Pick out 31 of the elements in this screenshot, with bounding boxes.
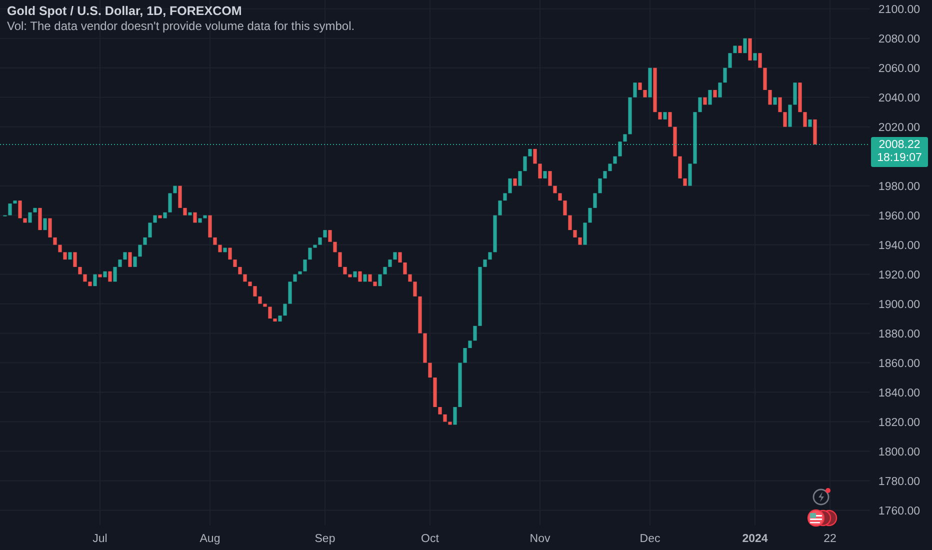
axis-label: 1800.00 bbox=[878, 446, 920, 458]
axis-label: 1860.00 bbox=[878, 358, 920, 370]
axis-label: Nov bbox=[530, 533, 550, 545]
symbol-title: Gold Spot / U.S. Dollar, 1D, FOREXCOM bbox=[7, 4, 243, 18]
axis-label: 1780.00 bbox=[878, 476, 920, 488]
price-label: 2008.22 bbox=[878, 139, 920, 152]
axis-label: 1980.00 bbox=[878, 180, 920, 193]
axis-label: 2040.00 bbox=[878, 92, 920, 104]
axis-label: 1900.00 bbox=[878, 298, 920, 311]
axis-label: 1960.00 bbox=[878, 210, 920, 222]
axis-label: 22 bbox=[824, 533, 836, 545]
volume-note: Vol: The data vendor doesn't provide volume data for this symbol. bbox=[7, 19, 355, 33]
axis-label: Sep bbox=[314, 533, 336, 545]
axis-label: 1760.00 bbox=[878, 505, 920, 518]
axis-label: Aug bbox=[200, 533, 220, 545]
axis-label: 2060.00 bbox=[878, 62, 920, 75]
axis-label: Dec bbox=[640, 533, 660, 545]
lightning-icon[interactable] bbox=[812, 487, 832, 506]
axis-label: 1880.00 bbox=[878, 328, 920, 340]
flag-icon[interactable] bbox=[806, 509, 838, 527]
axis-label: 1820.00 bbox=[878, 416, 920, 429]
axis-label: 2080.00 bbox=[878, 33, 920, 46]
axis-label: Jul bbox=[92, 533, 108, 545]
axis-label: 2100.00 bbox=[878, 4, 920, 16]
axis-label: 1940.00 bbox=[878, 240, 920, 252]
axis-label: Oct bbox=[421, 533, 439, 545]
axis-label: 1920.00 bbox=[878, 269, 920, 282]
axis-label: 2024 bbox=[742, 533, 768, 545]
axis-label: 1840.00 bbox=[878, 387, 920, 400]
countdown-label: 18:19:07 bbox=[877, 152, 922, 165]
axis-label: 2020.00 bbox=[878, 122, 920, 134]
